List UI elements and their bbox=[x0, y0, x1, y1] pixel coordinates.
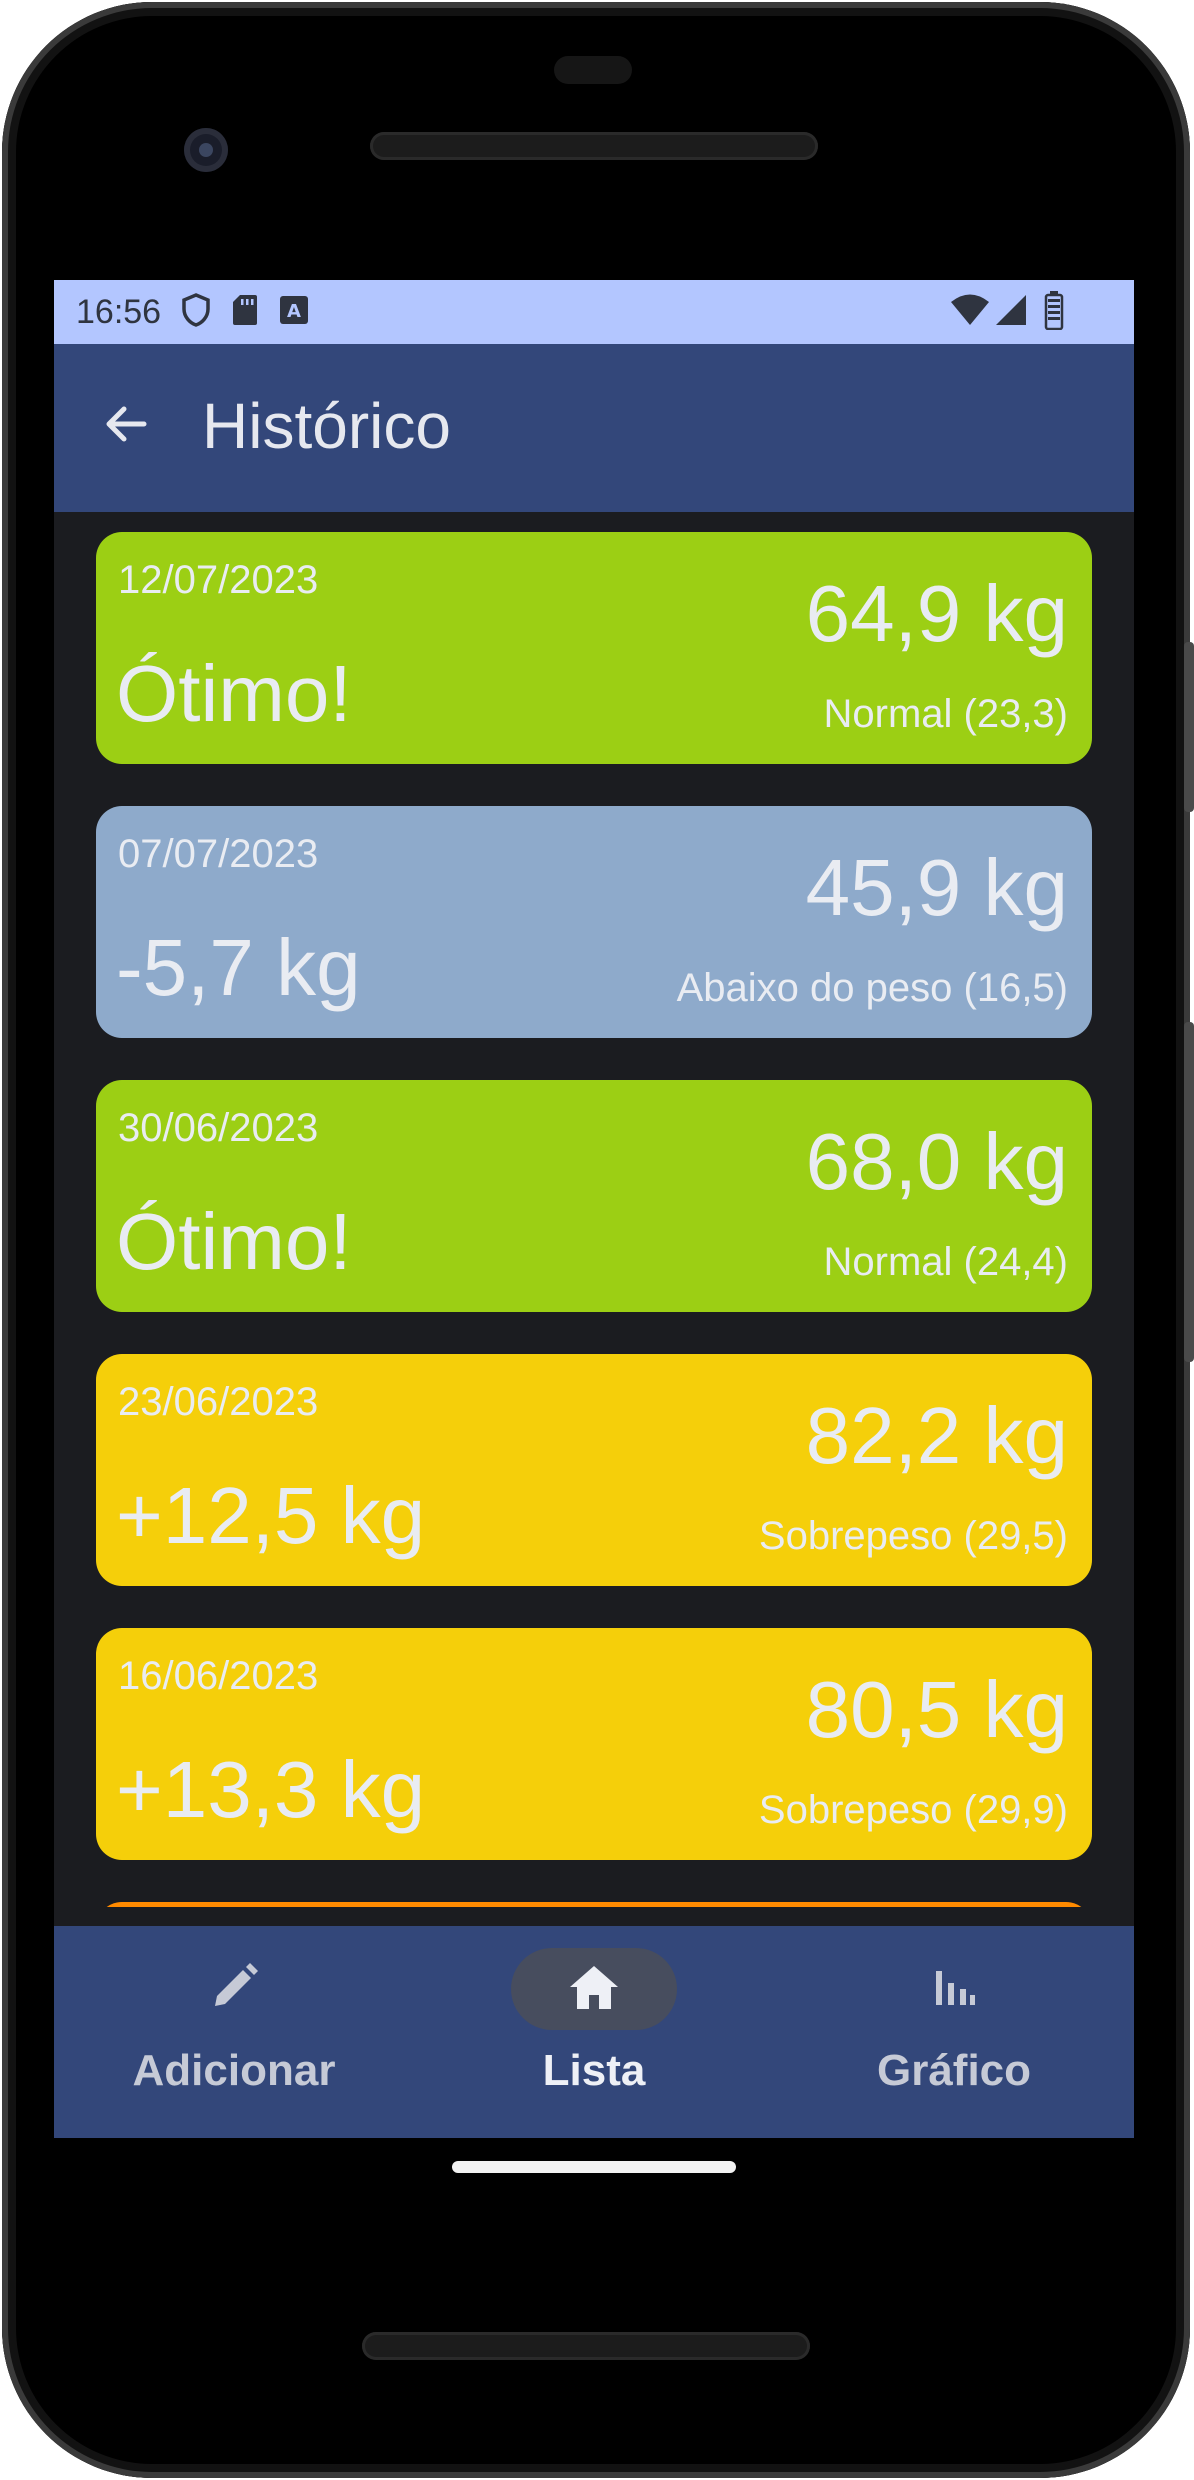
page-title: Histórico bbox=[202, 390, 451, 462]
status-bar: 16:56 A bbox=[54, 280, 1134, 344]
bar-chart-icon bbox=[932, 1965, 976, 2014]
nav-label: Adicionar bbox=[132, 2046, 336, 2095]
entry-status: +12,5 kg bbox=[116, 1471, 426, 1560]
arrow-back-icon bbox=[102, 400, 150, 453]
entry-date: 07/07/2023 bbox=[118, 832, 319, 876]
nav-label: Lista bbox=[542, 2046, 646, 2095]
cell-signal-icon bbox=[994, 293, 1028, 332]
entry-bmi: Sobrepeso (29,9) bbox=[758, 1788, 1068, 1832]
entry-weight: 45,9 kg bbox=[805, 843, 1068, 932]
entry-status: Ótimo! bbox=[116, 1197, 352, 1286]
entry-bmi: Abaixo do peso (16,5) bbox=[676, 966, 1068, 1010]
history-card[interactable]: 23/06/2023 +12,5 kg 82,2 kg Sobrepeso (2… bbox=[96, 1354, 1092, 1586]
history-card[interactable]: 30/06/2023 Ótimo! 68,0 kg Normal (24,4) bbox=[96, 1080, 1092, 1312]
entry-status: Ótimo! bbox=[116, 649, 352, 738]
shield-icon bbox=[181, 292, 211, 332]
entry-weight: 80,5 kg bbox=[805, 1665, 1068, 1754]
wifi-icon bbox=[950, 293, 990, 332]
nav-item-grafico[interactable]: Gráfico bbox=[774, 1926, 1134, 2138]
entry-status: +13,3 kg bbox=[116, 1745, 426, 1834]
sensor-notch bbox=[554, 56, 632, 84]
home-icon bbox=[568, 1963, 620, 2016]
entry-weight: 82,2 kg bbox=[805, 1391, 1068, 1480]
nav-icon-container bbox=[871, 1948, 1037, 2030]
entry-status: -5,7 kg bbox=[116, 923, 361, 1012]
entry-date: 23/06/2023 bbox=[118, 1380, 319, 1424]
entry-weight: 68,0 kg bbox=[805, 1117, 1068, 1206]
home-indicator[interactable] bbox=[452, 2161, 736, 2173]
front-camera bbox=[184, 128, 228, 172]
nav-icon-container bbox=[511, 1948, 677, 2030]
nav-icon-container bbox=[151, 1948, 317, 2030]
bottom-navigation: Adicionar Lista Gráfico bbox=[54, 1926, 1134, 2138]
back-button[interactable] bbox=[94, 394, 158, 458]
status-time: 16:56 bbox=[76, 292, 162, 331]
entry-bmi: Normal (24,4) bbox=[823, 1240, 1068, 1284]
status-right-icons bbox=[950, 290, 1064, 335]
svg-text:A: A bbox=[287, 301, 301, 322]
entry-date: 12/07/2023 bbox=[118, 558, 319, 602]
keyboard-a-icon: A bbox=[279, 295, 309, 330]
entry-date: 30/06/2023 bbox=[118, 1106, 319, 1150]
sd-card-icon bbox=[231, 293, 259, 332]
phone-frame: 16:56 A Histórico 12/07/2023 Ótimo! 64,9… bbox=[2, 2, 1194, 2478]
entry-date: 16/06/2023 bbox=[118, 1654, 319, 1698]
earpiece-speaker bbox=[370, 132, 818, 160]
history-card[interactable]: 16/06/2023 +13,3 kg 80,5 kg Sobrepeso (2… bbox=[96, 1628, 1092, 1860]
pencil-icon bbox=[209, 1962, 259, 2017]
bottom-speaker bbox=[362, 2332, 810, 2360]
nav-item-adicionar[interactable]: Adicionar bbox=[54, 1926, 414, 2138]
history-card[interactable] bbox=[96, 1902, 1092, 1907]
nav-label: Gráfico bbox=[876, 2046, 1032, 2095]
history-card[interactable]: 12/07/2023 Ótimo! 64,9 kg Normal (23,3) bbox=[96, 532, 1092, 764]
power-button bbox=[1184, 1022, 1194, 1362]
entry-bmi: Sobrepeso (29,5) bbox=[758, 1514, 1068, 1558]
history-list[interactable]: 12/07/2023 Ótimo! 64,9 kg Normal (23,3) … bbox=[54, 512, 1134, 1907]
nav-item-lista[interactable]: Lista bbox=[414, 1926, 774, 2138]
app-screen: 16:56 A Histórico 12/07/2023 Ótimo! 64,9… bbox=[54, 280, 1134, 2138]
battery-icon bbox=[1044, 290, 1064, 335]
volume-button bbox=[1184, 642, 1194, 812]
history-card[interactable]: 07/07/2023 -5,7 kg 45,9 kg Abaixo do pes… bbox=[96, 806, 1092, 1038]
app-bar: Histórico bbox=[54, 344, 1134, 512]
entry-weight: 64,9 kg bbox=[805, 569, 1068, 658]
entry-bmi: Normal (23,3) bbox=[823, 692, 1068, 736]
